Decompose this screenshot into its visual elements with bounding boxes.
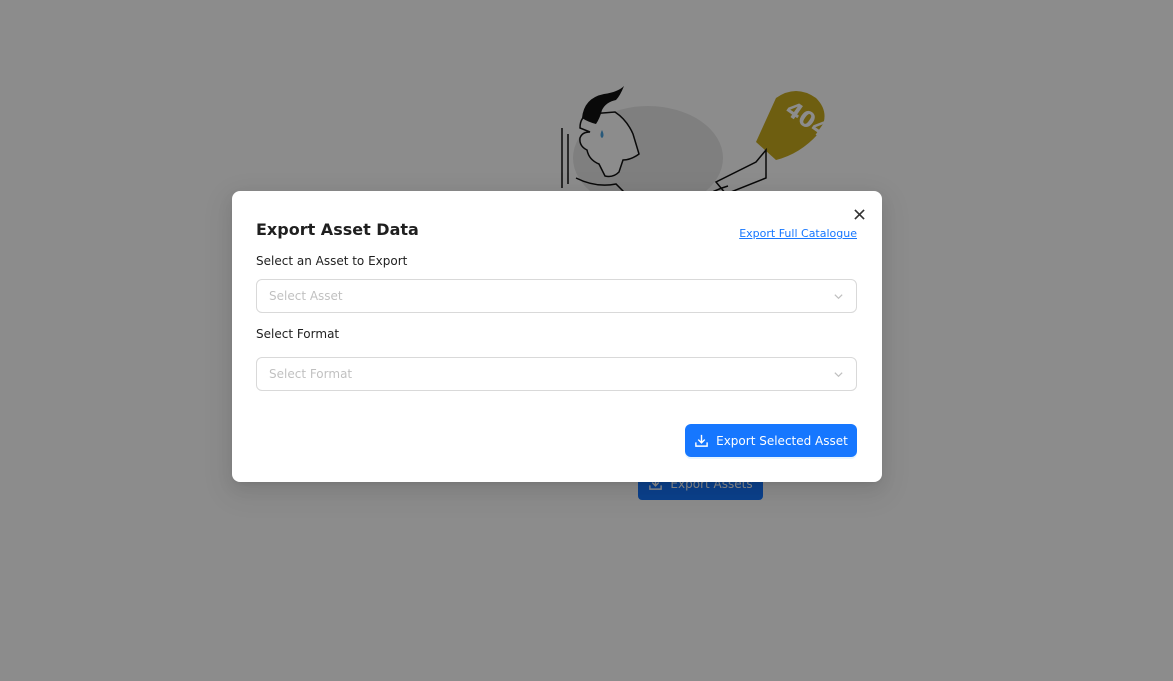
asset-field-label: Select an Asset to Export: [256, 254, 408, 268]
asset-select[interactable]: Select Asset: [256, 279, 857, 313]
export-selected-asset-label: Export Selected Asset: [716, 433, 848, 448]
export-selected-asset-button[interactable]: Export Selected Asset: [685, 424, 857, 457]
export-asset-modal: Export Asset Data Export Full Catalogue …: [232, 191, 882, 482]
download-icon: [695, 434, 708, 447]
export-full-catalogue-link[interactable]: Export Full Catalogue: [739, 227, 857, 240]
format-field-label: Select Format: [256, 327, 340, 341]
modal-title: Export Asset Data: [256, 220, 419, 239]
format-select-placeholder: Select Format: [269, 367, 353, 381]
close-button[interactable]: [850, 205, 868, 223]
chevron-down-icon: [834, 293, 843, 299]
format-select[interactable]: Select Format: [256, 357, 857, 391]
close-icon: [853, 208, 865, 220]
chevron-down-icon: [834, 371, 843, 377]
asset-select-placeholder: Select Asset: [269, 289, 343, 303]
